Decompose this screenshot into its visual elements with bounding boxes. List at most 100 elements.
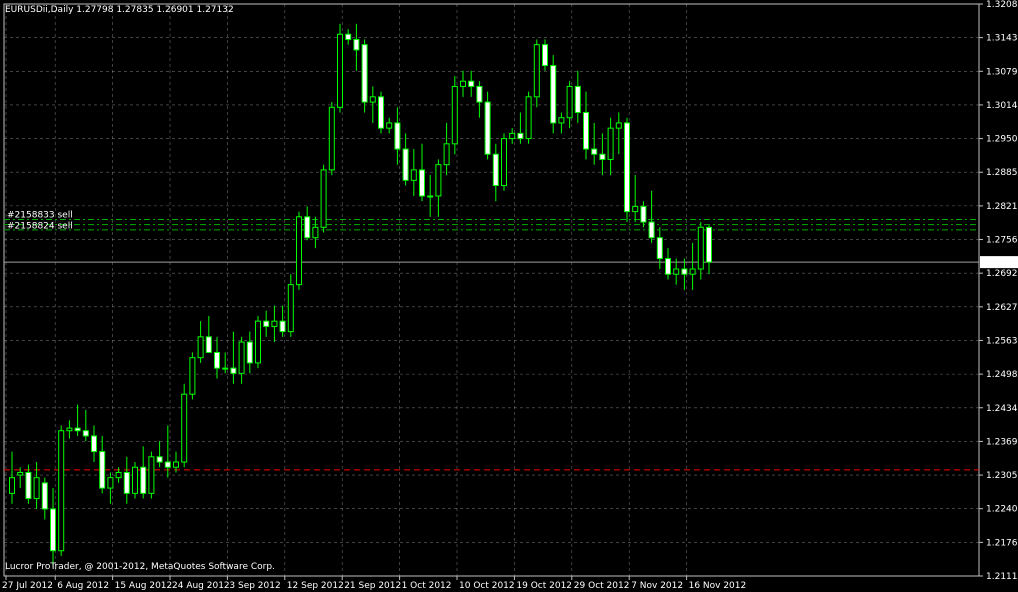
candle-body [615,122,622,129]
chart-header: EURUSDii,Daily 1.27798 1.27835 1.26901 1… [5,5,234,15]
candle-body [214,351,220,369]
x-tick-label: 6 Aug 2012 [57,581,109,591]
candle-body [591,148,598,155]
candle-body [353,38,360,51]
candle-body [640,205,647,223]
x-tick-label: 19 Oct 2012 [516,581,572,591]
candle-body [665,258,671,275]
y-tick-label: 1.21760 [986,538,1018,548]
candle-body [542,44,548,67]
y-tick-label: 1.32080 [986,0,1018,10]
y-tick-label: 1.26920 [986,269,1018,279]
candle-body [222,367,229,370]
candle-body [550,65,557,124]
candle-body [205,336,212,353]
candle-body [468,80,475,87]
candle-body [58,430,65,552]
candle-body [41,482,48,510]
copyright-text: Lucror ProTrader, @ 2001-2012, MetaQuote… [5,562,275,572]
current-price-label: 1.27132 [982,258,1018,268]
x-tick-label: 27 Jul 2012 [2,581,53,591]
y-tick-label: 1.24985 [986,370,1018,380]
x-tick-label: 16 Nov 2012 [689,581,747,591]
candle-body [574,85,581,114]
y-tick-label: 1.25630 [986,336,1018,346]
y-tick-label: 1.30790 [986,67,1018,77]
candle-body [123,471,130,494]
candle-body [706,226,712,263]
candle-body [410,169,417,181]
candle-body [394,122,401,150]
candle-body [66,427,73,432]
candle-body [607,127,614,160]
y-tick-label: 1.28210 [986,202,1018,212]
candle-body [583,112,589,150]
candle-body [443,143,450,166]
x-tick-label: 10 Oct 2012 [459,581,515,591]
candle-body [82,430,89,437]
candle-body [74,427,81,432]
candle-body [337,33,343,108]
candle-body [173,461,179,468]
y-tick-label: 1.24340 [986,404,1018,414]
candle-body [599,153,606,160]
order-label: #2158833 sell [7,210,73,220]
candle-body [25,471,32,500]
x-tick-label: 15 Aug 2012 [115,581,173,591]
order-label: #2158824 sell [7,222,73,232]
candle-body [156,456,163,463]
candle-body [345,33,352,40]
y-tick-label: 1.22405 [986,505,1018,515]
candle-body [517,132,524,140]
candle-body [271,320,278,327]
y-tick-label: 1.29500 [986,135,1018,145]
candle-body [386,122,393,129]
candle-body [369,96,376,103]
candle-body [132,466,138,494]
x-tick-label: 29 Oct 2012 [574,581,630,591]
candle-body [238,341,245,374]
candle-body [484,101,491,155]
x-tick-label: 3 Sep 2012 [229,581,280,591]
candle-body [361,44,368,103]
y-tick-label: 1.27565 [986,236,1018,246]
candle-body [525,96,532,140]
candle-body [33,477,40,500]
candle-body [197,336,204,359]
candle-body [287,284,294,333]
candle-body [378,96,384,129]
candle-body [115,471,122,479]
candle-body [263,320,270,327]
x-tick-label: 12 Sep 2012 [287,581,344,591]
candle-body [328,106,335,171]
candle-body [673,268,680,275]
y-tick-label: 1.23695 [986,437,1018,447]
candle-body [501,138,507,187]
candle-body [99,451,106,489]
candle-body [255,320,261,364]
candle-body [435,164,442,197]
x-tick-label: 24 Aug 2012 [172,581,230,591]
candle-body [648,221,655,239]
candle-body [697,226,704,270]
candle-body [279,320,286,333]
candle-body [632,205,639,213]
candle-body [164,461,171,468]
candle-body [656,237,663,260]
candle-body [566,85,573,119]
candle-body [558,117,565,124]
order-lines: #2158833 sell #2158824 sell [4,210,979,471]
candle-body [624,122,630,213]
candle-body [189,357,196,395]
price-chart[interactable]: #2158833 sell #2158824 sell 1.32080 1.3143… [0,0,1018,592]
candle-body [460,80,466,87]
candle-body [50,508,56,552]
y-tick-label: 1.23050 [986,471,1018,481]
y-tick-label: 1.30145 [986,101,1018,111]
candle-body [402,148,409,181]
candle-body [107,477,114,489]
candle-body [476,85,483,103]
candle-body [427,195,434,198]
candle-body [320,169,327,228]
price-axis: 1.32080 1.31435 1.30790 1.30145 1.29500 1.288… [979,0,1018,582]
